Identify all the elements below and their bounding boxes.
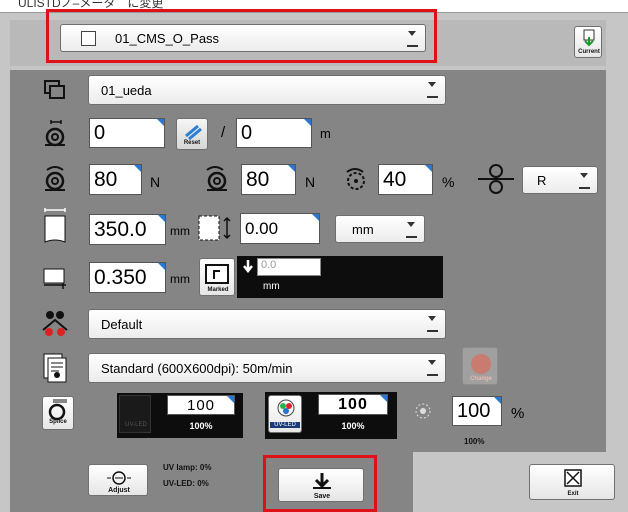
length-current-input[interactable]: 0	[89, 118, 165, 148]
print-quality-icon	[40, 350, 70, 384]
uv-led-2-panel: UV-LED 100 100%	[265, 392, 397, 439]
mode-select-label: Default	[101, 316, 143, 332]
uv-led-2-percent: 100%	[341, 421, 365, 431]
rewind-tension-icon	[200, 163, 232, 193]
feed-tension-value: 80	[94, 167, 118, 191]
tension-percent-value: 40	[383, 167, 407, 191]
thickness-unit: mm	[170, 272, 190, 286]
uv-lamp-unit: %	[511, 405, 525, 422]
thickness-value: 0.350	[94, 265, 147, 289]
uv-led-1-label: UV-LED	[125, 422, 147, 428]
uv-led-1-input[interactable]: 100	[167, 395, 235, 415]
length-total-input[interactable]: 0	[236, 118, 312, 148]
chevron-down-icon	[406, 220, 418, 238]
uv-led-2-input[interactable]: 100	[318, 394, 388, 415]
width-offset-input[interactable]: 0.00	[240, 213, 320, 244]
exit-button-label: Exit	[567, 491, 579, 497]
arrow-down-icon	[243, 260, 253, 274]
resolution-select-label: Standard (600X600dpi): 50m/min	[101, 360, 293, 376]
uv-lamp-input[interactable]: 100	[452, 396, 502, 426]
feed-tension-unit: N	[150, 174, 161, 190]
width-unit: mm	[170, 224, 190, 238]
splice-icon	[48, 399, 67, 420]
uv-led-1-panel: UV-LED 100 100%	[117, 393, 243, 438]
thickness-input[interactable]: 0.350	[89, 262, 166, 293]
media-width-icon	[40, 208, 70, 244]
width-offset-unit-label: mm	[352, 221, 374, 237]
marked-button[interactable]: Marked	[199, 258, 235, 296]
close-icon	[564, 469, 582, 487]
ink-mode-icon	[40, 308, 70, 338]
width-value: 350.0	[94, 217, 147, 241]
marked-icon	[205, 264, 229, 284]
resolution-select[interactable]: Standard (600X600dpi): 50m/min	[88, 353, 446, 383]
media-thickness-icon	[40, 262, 70, 292]
uv-lamp-status: UV lamp: 0%	[163, 463, 212, 472]
exit-button[interactable]: Exit	[529, 464, 615, 500]
direction-select[interactable]: R	[522, 166, 598, 194]
length-total-value: 0	[241, 121, 253, 144]
mark-value: 0.0	[261, 259, 277, 271]
adjust-button-label: Adjust	[108, 487, 130, 494]
winding-direction-icon	[476, 162, 516, 196]
chevron-down-icon	[427, 358, 439, 376]
uv-led-icon	[277, 399, 295, 417]
adjust-button[interactable]: Adjust	[88, 464, 148, 496]
chevron-down-icon	[427, 80, 439, 98]
tension-percent-input[interactable]: 40	[378, 164, 433, 195]
mark-value-field[interactable]: 0.0	[257, 258, 321, 276]
change-button-label: Change	[469, 376, 492, 382]
uv-led-status: UV-LED: 0%	[163, 479, 209, 488]
length-unit: m	[320, 126, 331, 141]
splice-button-label: Splice	[49, 419, 67, 425]
mode-select[interactable]: Default	[88, 309, 446, 339]
uv-lamp-icon	[410, 398, 436, 424]
rewind-tension-input[interactable]: 80	[241, 164, 296, 195]
reset-icon	[185, 124, 202, 141]
uv-led-1-percent: 100%	[189, 421, 213, 431]
rewind-tension-value: 80	[246, 167, 270, 191]
length-separator: /	[221, 124, 226, 141]
mark-unit: mm	[263, 281, 280, 292]
width-offset-value: 0.00	[245, 218, 279, 238]
uv-led-2-value: 100	[338, 395, 368, 413]
user-select-label: 01_ueda	[101, 82, 152, 98]
current-icon	[583, 29, 595, 47]
marked-button-label: Marked	[207, 287, 229, 293]
current-button[interactable]: Current	[574, 26, 602, 58]
roll-length-icon	[40, 118, 70, 148]
uv-led-1-button[interactable]: UV-LED	[119, 395, 151, 433]
reset-button-label: Reset	[183, 140, 201, 146]
dancer-icon	[340, 163, 372, 193]
save-button-highlight	[263, 455, 377, 512]
current-button-label: Current	[578, 49, 600, 55]
uv-led-2-label: UV-LED	[270, 422, 300, 428]
tension-percent-unit: %	[442, 174, 455, 190]
chevron-down-icon	[579, 171, 591, 189]
reset-button[interactable]: Reset	[176, 118, 208, 150]
change-button[interactable]: Change	[462, 347, 498, 385]
chevron-down-icon	[427, 314, 439, 332]
direction-select-label: R	[537, 172, 547, 188]
rewind-tension-unit: N	[305, 174, 316, 190]
mark-value-box: 0.0 mm	[237, 256, 443, 298]
uv-led-2-button[interactable]: UV-LED	[268, 395, 302, 433]
uv-lamp-sub: 100%	[464, 437, 485, 446]
splice-button[interactable]: Splice	[42, 396, 74, 430]
feed-tension-icon	[40, 163, 70, 193]
copies-icon	[42, 78, 68, 102]
uv-led-1-value: 100	[186, 396, 216, 414]
width-offset-unit-select[interactable]: mm	[335, 215, 425, 243]
change-icon	[471, 354, 491, 374]
length-current-value: 0	[94, 121, 106, 144]
adjust-icon	[107, 471, 131, 485]
job-select-highlight	[46, 9, 437, 63]
uv-lamp-value: 100	[457, 399, 491, 422]
width-offset-icon	[197, 212, 235, 244]
width-input[interactable]: 350.0	[89, 214, 166, 245]
user-select[interactable]: 01_ueda	[88, 75, 446, 105]
feed-tension-input[interactable]: 80	[89, 164, 142, 195]
